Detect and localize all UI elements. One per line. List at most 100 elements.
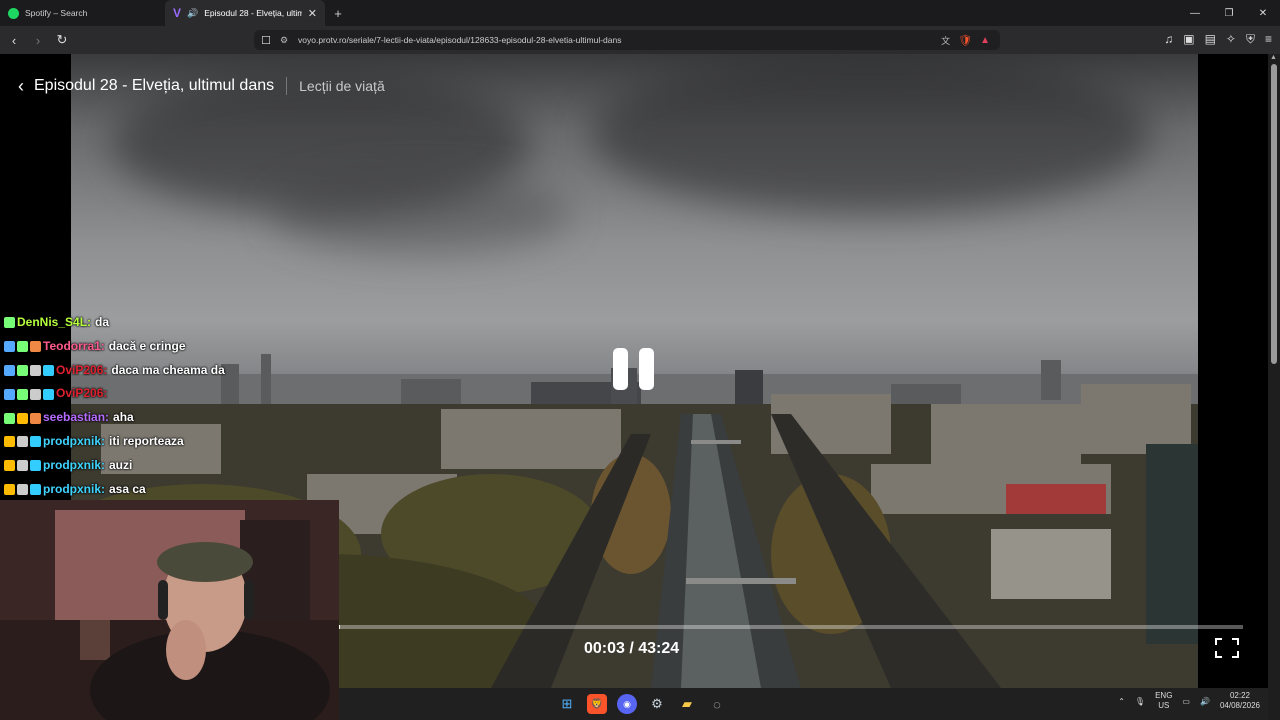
- music-icon[interactable]: ♫: [1164, 32, 1173, 47]
- address-bar[interactable]: ☐ ⚙ voyo.protv.ro/seriale/7-lectii-de-vi…: [254, 30, 1000, 50]
- chat-text: daca ma cheama da: [111, 362, 225, 377]
- file-explorer-icon[interactable]: ▰: [677, 694, 697, 714]
- leo-icon[interactable]: ✧: [1226, 32, 1236, 47]
- back-icon[interactable]: ‹: [4, 30, 24, 50]
- divider: [286, 77, 288, 95]
- progress-fill: [339, 625, 341, 629]
- forward-icon[interactable]: ›: [28, 30, 48, 50]
- chevron-up-icon[interactable]: ⌃: [1118, 697, 1125, 706]
- chat-text: iti reporteaza: [109, 433, 184, 448]
- scroll-up-icon[interactable]: ▲: [1270, 54, 1277, 61]
- url-text[interactable]: voyo.protv.ro/seriale/7-lectii-de-viata/…: [298, 35, 621, 45]
- chat-username: seebastian:: [43, 410, 110, 425]
- reload-icon[interactable]: ↻: [52, 30, 72, 50]
- chat-badge-icon: [4, 412, 15, 424]
- chat-badge-icon: [17, 483, 28, 495]
- chat-badge-icon: [4, 483, 15, 495]
- chat-message: prodpxnik: iti reporteaza: [4, 430, 225, 454]
- sidebar-icon[interactable]: ▣: [1183, 32, 1194, 47]
- scrollbar[interactable]: ▲: [1268, 54, 1280, 720]
- volume-icon[interactable]: 🔊: [1200, 697, 1210, 706]
- series-title[interactable]: Lecții de viață: [299, 78, 385, 94]
- vpn-icon[interactable]: ⛨: [1246, 32, 1255, 47]
- scroll-thumb[interactable]: [1271, 64, 1277, 364]
- chat-badge-icon: [30, 460, 41, 472]
- chat-badge-icon: [17, 364, 28, 376]
- chat-badge-icon: [17, 412, 28, 424]
- chat-badge-icon: [43, 388, 54, 400]
- chat-username: DenNis_S4L:: [17, 315, 92, 329]
- chat-badge-icon: [43, 364, 54, 376]
- window-controls: — ❐ ✕: [1178, 0, 1280, 26]
- speaker-icon[interactable]: 🔊: [187, 8, 198, 19]
- brave-rewards-icon[interactable]: ▲: [980, 35, 990, 46]
- chat-badge-icon: [4, 317, 15, 329]
- brave-icon[interactable]: 🦁: [587, 694, 607, 714]
- bookmark-icon[interactable]: ☐: [254, 34, 278, 47]
- discord-icon[interactable]: ◉: [617, 694, 637, 714]
- chat-badge-icon: [4, 341, 15, 353]
- chat-message: OviP206: daca ma cheama da: [4, 359, 225, 383]
- chat-text: asa ca: [109, 481, 146, 496]
- chat-message: prodpxnik: asa ca: [4, 478, 225, 502]
- chat-badge-icon: [4, 388, 15, 400]
- webcam-overlay: [0, 500, 339, 720]
- menu-icon[interactable]: ≡: [1265, 32, 1272, 47]
- back-arrow-icon[interactable]: ‹: [18, 76, 24, 97]
- time-display: 00:03 / 43:24: [584, 640, 680, 657]
- chat-badge-icon: [4, 364, 15, 376]
- tab-spotify[interactable]: Spotify – Search: [0, 0, 165, 26]
- steam-icon[interactable]: ⚙: [647, 694, 667, 714]
- chat-text: da: [95, 315, 110, 329]
- letterbox-right: [1198, 54, 1268, 688]
- chat-badge-icon: [17, 341, 28, 353]
- brave-shields-icon[interactable]: 🛡: [958, 34, 972, 47]
- language-indicator[interactable]: ENG US: [1155, 691, 1172, 711]
- chat-badge-icon: [4, 436, 15, 448]
- chat-message: seebastian: aha: [4, 406, 225, 430]
- chat-message: OviP206:: [4, 382, 225, 406]
- chat-message: Teodorra1: dacă e cringe: [4, 335, 225, 359]
- chat-text: auzi: [109, 457, 133, 472]
- new-tab-button[interactable]: +: [325, 0, 351, 26]
- extensions-area: ♫ ▣ ▤ ✧ ⛨ ≡: [1164, 32, 1272, 47]
- minimize-icon[interactable]: —: [1178, 0, 1212, 26]
- progress-bar[interactable]: [339, 625, 1243, 629]
- episode-title: Episodul 28 - Elveția, ultimul dans: [34, 77, 275, 94]
- tab-title: Spotify – Search: [25, 8, 88, 18]
- chat-username: prodpxnik:: [43, 481, 105, 496]
- site-settings-icon[interactable]: ⚙: [278, 35, 290, 46]
- browser-tab-bar: Spotify – Search V 🔊 Episodul 28 - Elveț…: [0, 0, 1280, 26]
- chat-badge-icon: [30, 341, 41, 353]
- stream-chat: DenNis_S4L: da Teodorra1: dacă e cringe OviP…: [4, 311, 225, 501]
- chat-username: OviP206:: [56, 362, 108, 377]
- fullscreen-icon[interactable]: [1215, 638, 1239, 658]
- microphone-icon[interactable]: 🎙: [1135, 697, 1145, 706]
- close-window-icon[interactable]: ✕: [1246, 0, 1280, 26]
- chat-text: aha: [113, 410, 134, 425]
- chat-badge-icon: [4, 460, 15, 472]
- spotify-icon: [8, 7, 19, 19]
- chat-badge-icon: [17, 388, 28, 400]
- windows-start-icon[interactable]: ⊞: [557, 694, 577, 714]
- wallet-icon[interactable]: ▤: [1205, 32, 1216, 47]
- clock[interactable]: 02:22 04/08/2026: [1220, 691, 1260, 711]
- restore-icon[interactable]: ❐: [1212, 0, 1246, 26]
- chat-message: prodpxnik: auzi: [4, 454, 225, 478]
- app-icon[interactable]: ◌: [707, 694, 727, 714]
- close-icon[interactable]: ✕: [308, 7, 317, 20]
- pause-icon[interactable]: [613, 348, 654, 390]
- display-icon[interactable]: ▭: [1182, 697, 1190, 706]
- os-taskbar: ⊞ 🦁 ◉ ⚙ ▰ ◌ ⌃ 🎙 ENG US ▭ 🔊 02:22 04/08/2…: [339, 688, 1268, 720]
- chat-badge-icon: [30, 483, 41, 495]
- chat-badge-icon: [30, 388, 41, 400]
- chat-message: DenNis_S4L: da: [4, 311, 225, 335]
- translate-icon[interactable]: 文: [941, 34, 950, 47]
- tab-voyo[interactable]: V 🔊 Episodul 28 - Elveția, ultimul d ✕: [165, 0, 325, 26]
- chat-username: prodpxnik:: [43, 433, 105, 448]
- player-header: ‹ Episodul 28 - Elveția, ultimul dans Le…: [18, 74, 385, 98]
- tab-title: Episodul 28 - Elveția, ultimul d: [204, 8, 302, 18]
- chat-badge-icon: [17, 460, 28, 472]
- chat-text: dacă e cringe: [108, 338, 186, 353]
- chat-badge-icon: [30, 364, 41, 376]
